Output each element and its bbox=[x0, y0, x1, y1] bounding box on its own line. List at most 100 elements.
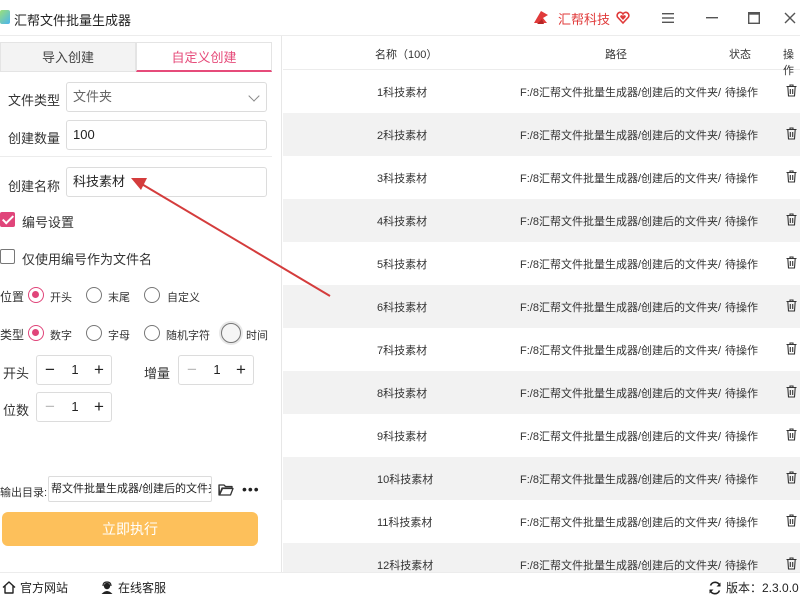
table-row[interactable]: 8科技素材 F:/8汇帮文件批量生成器/创建后的文件夹/待操作 bbox=[283, 371, 800, 414]
table-row[interactable]: 5科技素材 F:/8汇帮文件批量生成器/创建后的文件夹/待操作 bbox=[283, 242, 800, 285]
maximize-icon[interactable] bbox=[744, 8, 764, 28]
cell-path: F:/8汇帮文件批量生成器/创建后的文件夹/ bbox=[520, 345, 722, 357]
position-radio-end[interactable] bbox=[86, 287, 102, 303]
table-row[interactable]: 1科技素材 F:/8汇帮文件批量生成器/创建后的文件夹/待操作 bbox=[283, 70, 800, 113]
cell-path: F:/8汇帮文件批量生成器/创建后的文件夹/ bbox=[520, 216, 722, 228]
cell-name: 1科技素材 bbox=[377, 87, 428, 99]
file-type-select[interactable]: 文件夹 bbox=[66, 82, 267, 112]
count-input[interactable]: 100 bbox=[66, 120, 267, 150]
name-input[interactable]: 科技素材 bbox=[66, 167, 267, 197]
table-row[interactable]: 6科技素材 F:/8汇帮文件批量生成器/创建后的文件夹/待操作 bbox=[283, 285, 800, 328]
trash-icon[interactable] bbox=[786, 471, 797, 484]
table-row[interactable]: 11科技素材 F:/8汇帮文件批量生成器/创建后的文件夹/待操作 bbox=[283, 500, 800, 543]
support-link[interactable]: 在线客服 bbox=[100, 579, 166, 596]
menu-icon[interactable] bbox=[658, 8, 678, 28]
tab-custom-create[interactable]: 自定义创建 bbox=[136, 42, 272, 72]
increment-value[interactable]: 1 bbox=[207, 362, 227, 377]
version-info[interactable]: 版本：2.3.0.0 bbox=[708, 579, 799, 596]
type-option-number: 数字 bbox=[50, 330, 72, 342]
type-option-time: 时间 bbox=[246, 330, 268, 342]
name-label: 创建名称 bbox=[8, 179, 61, 194]
type-radio-random[interactable] bbox=[144, 325, 160, 341]
trash-icon[interactable] bbox=[786, 127, 797, 140]
table-row[interactable]: 4科技素材 F:/8汇帮文件批量生成器/创建后的文件夹/待操作 bbox=[283, 199, 800, 242]
only-number-label: 仅使用编号作为文件名 bbox=[22, 252, 153, 267]
cell-path: F:/8汇帮文件批量生成器/创建后的文件夹/ bbox=[520, 517, 722, 529]
increment-decrement-button[interactable]: − bbox=[182, 359, 202, 381]
position-radio-start[interactable] bbox=[28, 287, 44, 303]
numbering-checkbox[interactable] bbox=[0, 212, 15, 227]
start-label: 开头 bbox=[3, 366, 30, 381]
trash-icon[interactable] bbox=[786, 213, 797, 226]
minimize-icon[interactable] bbox=[702, 8, 722, 28]
trash-icon[interactable] bbox=[786, 256, 797, 269]
position-option-end: 末尾 bbox=[108, 292, 130, 304]
more-icon[interactable]: ••• bbox=[242, 481, 260, 497]
type-radio-letter[interactable] bbox=[86, 325, 102, 341]
trash-icon[interactable] bbox=[786, 385, 797, 398]
position-radio-custom[interactable] bbox=[144, 287, 160, 303]
cell-name: 5科技素材 bbox=[377, 259, 428, 271]
cell-name: 4科技素材 bbox=[377, 216, 428, 228]
position-option-custom: 自定义 bbox=[167, 292, 200, 304]
type-option-letter: 字母 bbox=[108, 330, 130, 342]
status-bar: 官方网站 在线客服 版本：2.3.0.0 bbox=[0, 572, 800, 600]
increment-increment-button[interactable]: + bbox=[231, 359, 251, 381]
tab-import-create[interactable]: 导入创建 bbox=[0, 42, 136, 72]
cell-status: 待操作 bbox=[725, 345, 758, 357]
trash-icon[interactable] bbox=[786, 557, 797, 570]
table-row[interactable]: 7科技素材 F:/8汇帮文件批量生成器/创建后的文件夹/待操作 bbox=[283, 328, 800, 371]
type-radio-time[interactable] bbox=[221, 323, 241, 343]
brand-logo-icon bbox=[534, 11, 548, 24]
app-logo-icon bbox=[0, 10, 10, 24]
cell-name: 2科技素材 bbox=[377, 130, 428, 142]
user-support-icon bbox=[101, 580, 113, 594]
trash-icon[interactable] bbox=[786, 299, 797, 312]
refresh-icon bbox=[709, 581, 721, 594]
cell-name: 3科技素材 bbox=[377, 173, 428, 185]
digits-decrement-button[interactable]: − bbox=[40, 396, 60, 418]
digits-value[interactable]: 1 bbox=[65, 399, 85, 414]
table-header: 名称（100） 路径 状态 操作 bbox=[283, 36, 800, 77]
close-icon[interactable] bbox=[780, 8, 800, 28]
folder-icon[interactable] bbox=[218, 483, 234, 496]
trash-icon[interactable] bbox=[786, 428, 797, 441]
cell-name: 9科技素材 bbox=[377, 431, 428, 443]
output-label: 输出目录: bbox=[0, 487, 48, 499]
cell-status: 待操作 bbox=[725, 173, 758, 185]
website-link[interactable]: 官方网站 bbox=[2, 579, 68, 596]
table-row[interactable]: 2科技素材 F:/8汇帮文件批量生成器/创建后的文件夹/待操作 bbox=[283, 113, 800, 156]
digits-label: 位数 bbox=[3, 403, 30, 418]
start-stepper: − 1 + bbox=[36, 355, 112, 385]
trash-icon[interactable] bbox=[786, 84, 797, 97]
table-row[interactable]: 9科技素材 F:/8汇帮文件批量生成器/创建后的文件夹/待操作 bbox=[283, 414, 800, 457]
table-row[interactable]: 10科技素材 F:/8汇帮文件批量生成器/创建后的文件夹/待操作 bbox=[283, 457, 800, 500]
type-label: 类型 bbox=[0, 328, 25, 342]
cell-path: F:/8汇帮文件批量生成器/创建后的文件夹/ bbox=[520, 431, 722, 443]
trash-icon[interactable] bbox=[786, 514, 797, 527]
brand: 汇帮科技 bbox=[532, 8, 630, 28]
only-number-checkbox[interactable] bbox=[0, 249, 15, 264]
cell-name: 6科技素材 bbox=[377, 302, 428, 314]
cell-status: 待操作 bbox=[725, 130, 758, 142]
table-row[interactable]: 3科技素材 F:/8汇帮文件批量生成器/创建后的文件夹/待操作 bbox=[283, 156, 800, 199]
start-decrement-button[interactable]: − bbox=[40, 359, 60, 381]
run-button[interactable]: 立即执行 bbox=[2, 512, 258, 546]
chevron-down-icon bbox=[248, 90, 260, 102]
position-label: 位置 bbox=[0, 290, 25, 304]
trash-icon[interactable] bbox=[786, 342, 797, 355]
cell-path: F:/8汇帮文件批量生成器/创建后的文件夹/ bbox=[520, 173, 722, 185]
cell-path: F:/8汇帮文件批量生成器/创建后的文件夹/ bbox=[520, 259, 722, 271]
position-option-start: 开头 bbox=[50, 292, 72, 304]
output-path-input[interactable]: 帮文件批量生成器/创建后的文件夹 bbox=[48, 476, 212, 502]
trash-icon[interactable] bbox=[786, 170, 797, 183]
digits-increment-button[interactable]: + bbox=[89, 396, 109, 418]
table-row[interactable]: 12科技素材 F:/8汇帮文件批量生成器/创建后的文件夹/待操作 bbox=[283, 543, 800, 572]
start-increment-button[interactable]: + bbox=[89, 359, 109, 381]
type-radio-number[interactable] bbox=[28, 325, 44, 341]
file-type-value: 文件夹 bbox=[73, 89, 113, 104]
increment-label: 增量 bbox=[144, 366, 171, 381]
cell-path: F:/8汇帮文件批量生成器/创建后的文件夹/ bbox=[520, 388, 722, 400]
type-option-random: 随机字符 bbox=[166, 330, 210, 342]
start-value[interactable]: 1 bbox=[65, 362, 85, 377]
